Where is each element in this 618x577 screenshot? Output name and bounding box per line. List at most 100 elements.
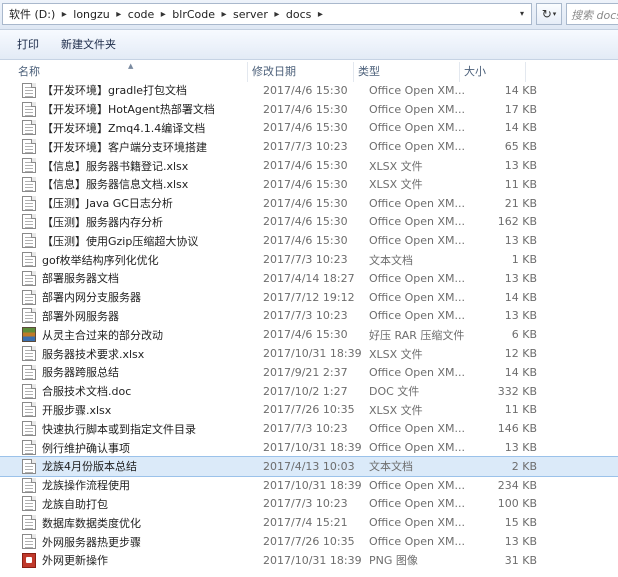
file-modified-date: 2017/10/31 18:39 xyxy=(263,441,362,455)
file-size: 234 KB xyxy=(497,478,537,492)
file-row[interactable]: 从灵主合过来的部分改动 2017/4/6 15:30 好压 RAR 压缩文件 6 KB xyxy=(0,325,618,344)
address-bar[interactable]: 软件 (D:) ▸ longzu ▸ code ▸ blrCode ▸ server ▸ docs ▸… xyxy=(2,3,532,25)
file-type: 好压 RAR 压缩文件 xyxy=(369,328,465,342)
file-row[interactable]: 例行维护确认事项 2017/10/31 18:39 Office Open XM..… xyxy=(0,438,618,457)
file-row[interactable]: 开服步骤.xlsx 2017/7/26 10:35 XLSX 文件 11 KB xyxy=(0,401,618,420)
file-row[interactable]: 服务器跨服总结 2017/9/21 2:37 Office Open XM... 14… xyxy=(0,363,618,382)
breadcrumb-separator-icon[interactable]: ▸ xyxy=(270,9,284,20)
file-row[interactable]: 外网更新操作 2017/10/31 18:39 PNG 图像 31 KB xyxy=(0,551,618,570)
file-name: 快速执行脚本或到指定文件目录 xyxy=(42,422,196,436)
rar-archive-icon xyxy=(22,327,36,343)
breadcrumb-label: blrCode xyxy=(172,7,216,21)
file-row[interactable]: 【信息】服务器书籍登记.xlsx 2017/4/6 15:30 XLSX 文件 13 … xyxy=(0,156,618,175)
breadcrumb-item[interactable]: blrCode ▸ xyxy=(170,4,231,24)
sort-arrow-icon: ▲ xyxy=(128,62,134,70)
file-modified-date: 2017/4/6 15:30 xyxy=(263,121,348,135)
document-icon xyxy=(22,214,36,230)
file-row[interactable]: 部署内网分支服务器 2017/7/12 19:12 Office Open XM..… xyxy=(0,288,618,307)
file-modified-date: 2017/7/3 10:23 xyxy=(263,497,348,511)
file-modified-date: 2017/4/6 15:30 xyxy=(263,83,348,97)
file-type: Office Open XM... xyxy=(369,535,465,549)
breadcrumb-separator-icon[interactable]: ▸ xyxy=(217,9,231,20)
breadcrumb-separator-icon[interactable]: ▸ xyxy=(156,9,170,20)
document-icon xyxy=(22,158,36,174)
breadcrumb-item[interactable]: code ▸ xyxy=(126,4,171,24)
file-size: 17 KB xyxy=(504,102,537,116)
file-row[interactable]: 【压测】服务器内存分析 2017/4/6 15:30 Office Open XM.… xyxy=(0,213,618,232)
file-name: 开服步骤.xlsx xyxy=(42,403,112,417)
file-type: 文本文档 xyxy=(369,460,413,474)
column-size-header[interactable]: 大小 xyxy=(460,62,526,82)
file-size: 14 KB xyxy=(504,83,537,97)
file-modified-date: 2017/10/31 18:39 xyxy=(263,553,362,567)
file-size: 162 KB xyxy=(497,215,537,229)
address-dropdown-icon[interactable]: ▾ xyxy=(515,7,529,21)
column-date-header[interactable]: 修改日期 xyxy=(248,62,354,82)
breadcrumb-separator-icon[interactable]: ▸ xyxy=(57,9,71,20)
file-size: 332 KB xyxy=(497,384,537,398)
file-row[interactable]: 【开发环境】gradle打包文档 2017/4/6 15:30 Office Ope… xyxy=(0,81,618,100)
document-icon xyxy=(22,496,36,512)
file-name: 龙族4月份版本总结 xyxy=(42,460,137,474)
refresh-button[interactable]: ↻ ▾ xyxy=(536,3,562,25)
document-icon xyxy=(22,346,36,362)
document-icon xyxy=(22,101,36,117)
file-row[interactable]: 合服技术文档.doc 2017/10/2 1:27 DOC 文件 332 KB xyxy=(0,382,618,401)
breadcrumb-item[interactable]: docs ▸ xyxy=(284,4,328,24)
print-button[interactable]: 打印 xyxy=(6,34,50,56)
breadcrumb-item[interactable]: 软件 (D:) ▸ xyxy=(7,4,71,24)
file-name: 【开发环境】Zmq4.1.4编译文档 xyxy=(42,121,206,135)
file-modified-date: 2017/10/31 18:39 xyxy=(263,478,362,492)
file-modified-date: 2017/9/21 2:37 xyxy=(263,365,348,379)
file-type: Office Open XM... xyxy=(369,234,465,248)
file-modified-date: 2017/7/3 10:23 xyxy=(263,309,348,323)
column-type-header[interactable]: 类型 xyxy=(354,62,460,82)
file-row[interactable]: 快速执行脚本或到指定文件目录 2017/7/3 10:23 Office Open … xyxy=(0,419,618,438)
file-name: 龙族自助打包 xyxy=(42,497,108,511)
file-name: 【开发环境】gradle打包文档 xyxy=(42,84,188,98)
file-row[interactable]: 【开发环境】客户端分支环境搭建 2017/7/3 10:23 Office Open… xyxy=(0,137,618,156)
file-row[interactable]: 【开发环境】HotAgent热部署文档 2017/4/6 15:30 Office … xyxy=(0,100,618,119)
file-row[interactable]: 服务器技术要求.xlsx 2017/10/31 18:39 XLSX 文件 12 KB xyxy=(0,344,618,363)
breadcrumb-item[interactable]: longzu ▸ xyxy=(71,4,126,24)
address-bar-region: 软件 (D:) ▸ longzu ▸ code ▸ blrCode ▸ server ▸ docs ▸… xyxy=(0,0,618,30)
search-input[interactable]: 搜索 docs xyxy=(566,3,618,25)
file-type: 文本文档 xyxy=(369,253,413,267)
file-row[interactable]: 【信息】服务器信息文档.xlsx 2017/4/6 15:30 XLSX 文件 11 … xyxy=(0,175,618,194)
file-row[interactable]: 龙族自助打包 2017/7/3 10:23 Office Open XM... 100… xyxy=(0,495,618,514)
document-icon xyxy=(22,515,36,531)
breadcrumb-separator-icon[interactable]: ▸ xyxy=(112,9,126,20)
file-name: 【开发环境】客户端分支环境搭建 xyxy=(42,140,207,154)
file-name: 【信息】服务器信息文档.xlsx xyxy=(42,178,189,192)
png-image-icon xyxy=(22,552,36,568)
file-row[interactable]: 龙族4月份版本总结 2017/4/13 10:03 文本文档 2 KB xyxy=(0,455,618,477)
file-name: 例行维护确认事项 xyxy=(42,441,130,455)
document-icon xyxy=(22,421,36,437)
file-type: Office Open XM... xyxy=(369,102,465,116)
file-row[interactable]: 【压测】Java GC日志分析 2017/4/6 15:30 Office Open… xyxy=(0,194,618,213)
file-type: Office Open XM... xyxy=(369,478,465,492)
breadcrumb-item[interactable]: server ▸ xyxy=(231,4,284,24)
file-size: 12 KB xyxy=(504,347,537,361)
file-modified-date: 2017/4/6 15:30 xyxy=(263,177,348,191)
file-row[interactable]: 【压测】使用Gzip压缩超大协议 2017/4/6 15:30 Office Ope… xyxy=(0,231,618,250)
file-name: 服务器跨服总结 xyxy=(42,366,119,380)
file-row[interactable]: 部署服务器文档 2017/4/14 18:27 Office Open XM... 1… xyxy=(0,269,618,288)
file-type: XLSX 文件 xyxy=(369,403,423,417)
file-row[interactable]: 外网服务器热更步骤 2017/7/26 10:35 Office Open XM..… xyxy=(0,532,618,551)
file-row[interactable]: gof枚举结构序列化优化 2017/7/3 10:23 文本文档 1 KB xyxy=(0,250,618,269)
breadcrumb-separator-icon[interactable]: ▸ xyxy=(313,9,327,20)
file-modified-date: 2017/4/6 15:30 xyxy=(263,102,348,116)
new-folder-button[interactable]: 新建文件夹 xyxy=(50,34,127,56)
file-name: 合服技术文档.doc xyxy=(42,385,132,399)
column-name-header[interactable]: 名称 xyxy=(0,62,248,82)
file-row[interactable]: 龙族操作流程使用 2017/10/31 18:39 Office Open XM..… xyxy=(0,476,618,495)
file-name: 从灵主合过来的部分改动 xyxy=(42,328,163,342)
file-row[interactable]: 【开发环境】Zmq4.1.4编译文档 2017/4/6 15:30 Office O… xyxy=(0,119,618,138)
file-row[interactable]: 数据库数据类度优化 2017/7/4 15:21 Office Open XM...… xyxy=(0,513,618,532)
file-size: 1 KB xyxy=(511,253,537,267)
file-row[interactable]: 部署外网服务器 2017/7/3 10:23 Office Open XM... 13… xyxy=(0,307,618,326)
file-modified-date: 2017/10/2 1:27 xyxy=(263,384,348,398)
file-size: 65 KB xyxy=(504,140,537,154)
document-icon xyxy=(22,383,36,399)
